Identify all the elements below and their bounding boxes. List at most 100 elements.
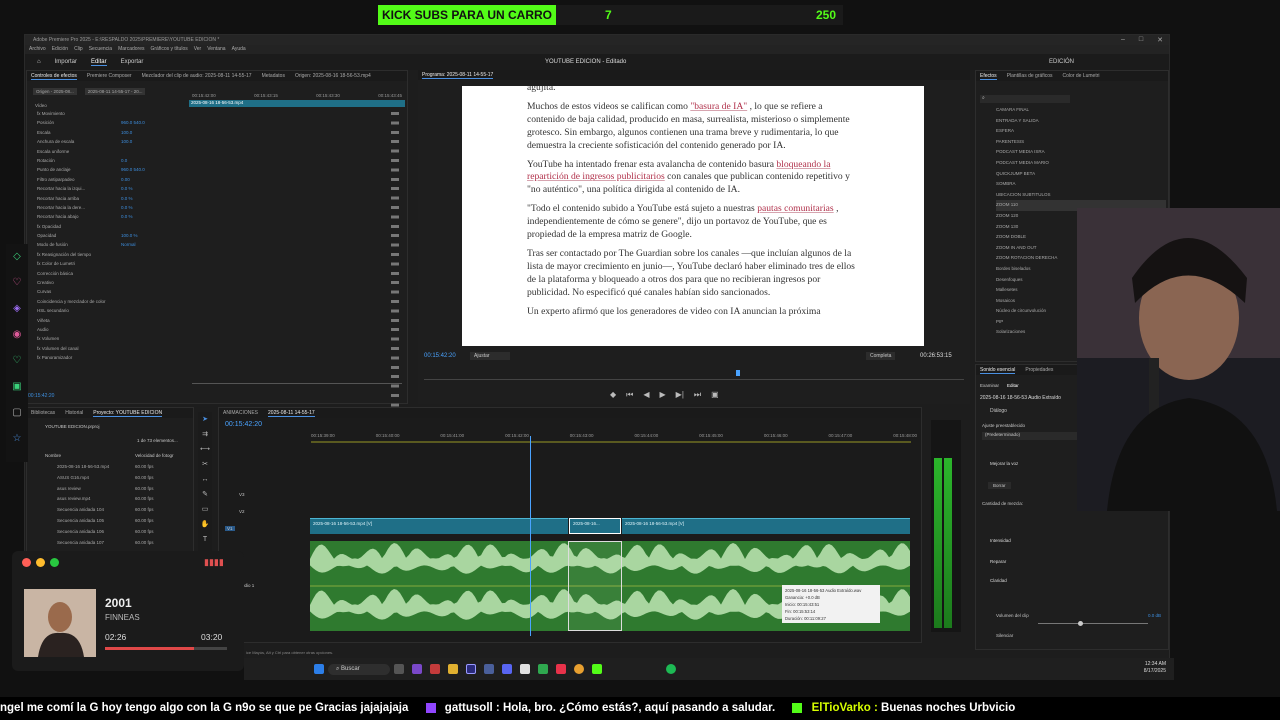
start-icon[interactable] xyxy=(314,664,324,674)
maximize-icon[interactable]: □ xyxy=(1139,36,1143,44)
tab-sequence[interactable]: 2025-08-11 14-55-17 xyxy=(268,410,315,417)
dock-gem-icon[interactable]: ◈ xyxy=(6,296,28,322)
slip-icon[interactable]: ↔ xyxy=(198,472,212,487)
es-repair[interactable]: Reparar xyxy=(990,559,1006,564)
effect-row[interactable]: fx Volumen del canal xyxy=(37,344,187,353)
tab-audio-mixer[interactable]: Mezclador del clip de audio: 2025-08-11 … xyxy=(142,73,252,79)
effects-search-input[interactable]: ⌕ xyxy=(980,95,1070,103)
work-area-bar[interactable] xyxy=(311,441,911,443)
track-v2[interactable]: V2 xyxy=(239,509,245,514)
tab-lumetri[interactable]: Color de Lumetri xyxy=(1063,73,1100,79)
effect-row-value[interactable]: 0.0 % xyxy=(121,184,133,193)
effect-row-value[interactable]: 100.0 xyxy=(121,137,132,146)
chrome-icon[interactable] xyxy=(573,664,584,674)
effect-row[interactable]: Corrección básica xyxy=(37,269,187,278)
es-volume-knob[interactable] xyxy=(1078,621,1083,626)
project-item[interactable]: Secuencia anidada 105 60.00 fps xyxy=(57,516,193,527)
taskbar-clock[interactable]: 12:34 AM 8/17/2025 xyxy=(1144,661,1166,675)
frame-forward-icon[interactable]: ▶| xyxy=(676,390,684,400)
menu-edicion[interactable]: Edición xyxy=(52,45,68,54)
export-frame-icon[interactable]: ▣ xyxy=(711,390,719,400)
dock-square-icon[interactable]: ▣ xyxy=(6,374,28,400)
dock-chat-icon[interactable]: ▢ xyxy=(6,400,28,426)
es-voice[interactable]: Mejorar la voz xyxy=(990,461,1018,466)
col-name[interactable]: Nombre xyxy=(45,453,61,458)
link-pautas[interactable]: pautas comunitarias xyxy=(757,203,833,214)
music-minimize-icon[interactable] xyxy=(36,558,45,567)
tab-importar[interactable]: Importar xyxy=(55,59,77,65)
effect-row[interactable]: Recortar hacia la dere... 0.0 % xyxy=(37,203,187,212)
effect-row[interactable]: fx Opacidad xyxy=(37,222,187,231)
tab-graphic-templates[interactable]: Plantillas de gráficos xyxy=(1007,73,1053,79)
es-intensity[interactable]: Intensidad xyxy=(990,538,1011,543)
taskbar-search[interactable]: ⌕ Buscar xyxy=(328,663,390,675)
effect-row[interactable]: Anchura de escala 100.0 xyxy=(37,137,187,146)
tab-exportar[interactable]: Exportar xyxy=(121,59,144,65)
discord-icon[interactable] xyxy=(501,664,512,674)
hand-icon[interactable]: ✋ xyxy=(198,517,212,532)
effect-row[interactable]: fx Panoramizador xyxy=(37,353,187,362)
tab-source[interactable]: Origen: 2025-08-16 18-56-53.mp4 xyxy=(295,73,371,79)
kick-icon[interactable] xyxy=(591,664,602,674)
effect-row-value[interactable]: 0.0 % xyxy=(121,203,133,212)
track-v1[interactable]: V1 xyxy=(225,526,235,531)
effect-row-value[interactable]: 100.0 % xyxy=(121,231,138,240)
video-clip-2[interactable]: 2025-08-16... xyxy=(569,518,621,534)
premiere-icon[interactable] xyxy=(465,664,476,674)
effect-row-value[interactable]: 0.0 xyxy=(121,156,127,165)
menu-ayuda[interactable]: Ayuda xyxy=(232,45,246,54)
tab-properties[interactable]: Propiedades xyxy=(1025,367,1053,373)
effect-row[interactable]: fx Color de Lumetri xyxy=(37,259,187,268)
effect-row[interactable]: Modo de fusión Normal xyxy=(37,240,187,249)
sequence-clip[interactable]: 2025-08-11 14-55-17 - 20... xyxy=(84,88,146,95)
ec-scrollbar[interactable] xyxy=(192,383,402,384)
app-purple-icon[interactable] xyxy=(411,664,422,674)
es-clip-volume-value[interactable]: 0.0 dB xyxy=(1148,613,1161,618)
music-progress-bar[interactable] xyxy=(105,647,227,650)
effect-row[interactable]: Viñeta xyxy=(37,316,187,325)
timeline-ruler[interactable]: 00:15:39:00 00:15:40:00 00:15:41:00 00:15:4… xyxy=(311,433,917,438)
effect-row-value[interactable]: 100.0 xyxy=(121,128,132,137)
effect-row[interactable]: Audio xyxy=(37,325,187,334)
close-icon[interactable]: ✕ xyxy=(1157,36,1163,44)
effect-row[interactable]: Escala 100.0 xyxy=(37,128,187,137)
tab-essential-sound[interactable]: Sonido esencial xyxy=(980,367,1016,374)
app-white-icon[interactable] xyxy=(519,664,530,674)
effect-row[interactable]: fx Volumen xyxy=(37,334,187,343)
app-red-icon[interactable] xyxy=(429,664,440,674)
play-icon[interactable]: ▶ xyxy=(660,390,666,400)
es-volume-slider[interactable] xyxy=(1038,621,1148,626)
file-explorer-icon[interactable] xyxy=(447,664,458,674)
menu-ventana[interactable]: Ventana xyxy=(207,45,225,54)
tab-examinar[interactable]: Examinar xyxy=(980,383,999,388)
effect-preset-item[interactable]: SOMBRA xyxy=(996,179,1166,190)
track-v3[interactable]: V3 xyxy=(239,492,245,497)
workspace-edicion[interactable]: EDICIÓN xyxy=(1049,59,1074,65)
tab-program[interactable]: Programa: 2025-08-11 14-55-17 xyxy=(422,72,494,79)
tab-effect-controls[interactable]: Controles de efectos xyxy=(31,73,77,80)
effect-row[interactable]: Opacidad 100.0 % xyxy=(37,231,187,240)
tab-history[interactable]: Historial xyxy=(65,410,83,416)
music-maximize-icon[interactable] xyxy=(50,558,59,567)
effect-preset-item[interactable]: QUICKJUMP BETA xyxy=(996,169,1166,180)
home-icon[interactable]: ⌂ xyxy=(37,59,41,65)
tab-editar-sound[interactable]: Editar xyxy=(1007,383,1019,388)
effect-row[interactable]: Filtro antiparpadeo 0.00 xyxy=(37,175,187,184)
effect-row[interactable]: Posición 960.0 540.0 xyxy=(37,118,187,127)
fit-dropdown[interactable]: Ajustar xyxy=(470,352,510,360)
effect-preset-item[interactable]: CAMARA FINAL xyxy=(996,105,1166,116)
app-green-icon[interactable] xyxy=(537,664,548,674)
source-clip[interactable]: Origen - 2025-08... xyxy=(33,88,77,95)
frame-back-icon[interactable]: ◀ xyxy=(643,390,649,400)
project-item[interactable]: Secuencia anidada 104 60.00 fps xyxy=(57,505,193,516)
video-clip-3[interactable]: 2025-08-16 18-56-53.mp4 [V] xyxy=(622,518,910,534)
selection-tool-icon[interactable]: ➤ xyxy=(198,412,212,427)
menu-graficos[interactable]: Gráficos y títulos xyxy=(150,45,187,54)
tab-animaciones[interactable]: ANIMACIONES xyxy=(223,410,258,416)
program-playhead[interactable] xyxy=(736,370,740,376)
menu-marcadores[interactable]: Marcadores xyxy=(118,45,144,54)
es-silence[interactable]: Silenciar xyxy=(996,633,1013,638)
effect-preset-item[interactable]: ESFERA xyxy=(996,126,1166,137)
effect-row[interactable]: fx Movimiento xyxy=(37,109,187,118)
marker-icon[interactable]: ◆ xyxy=(610,390,616,400)
